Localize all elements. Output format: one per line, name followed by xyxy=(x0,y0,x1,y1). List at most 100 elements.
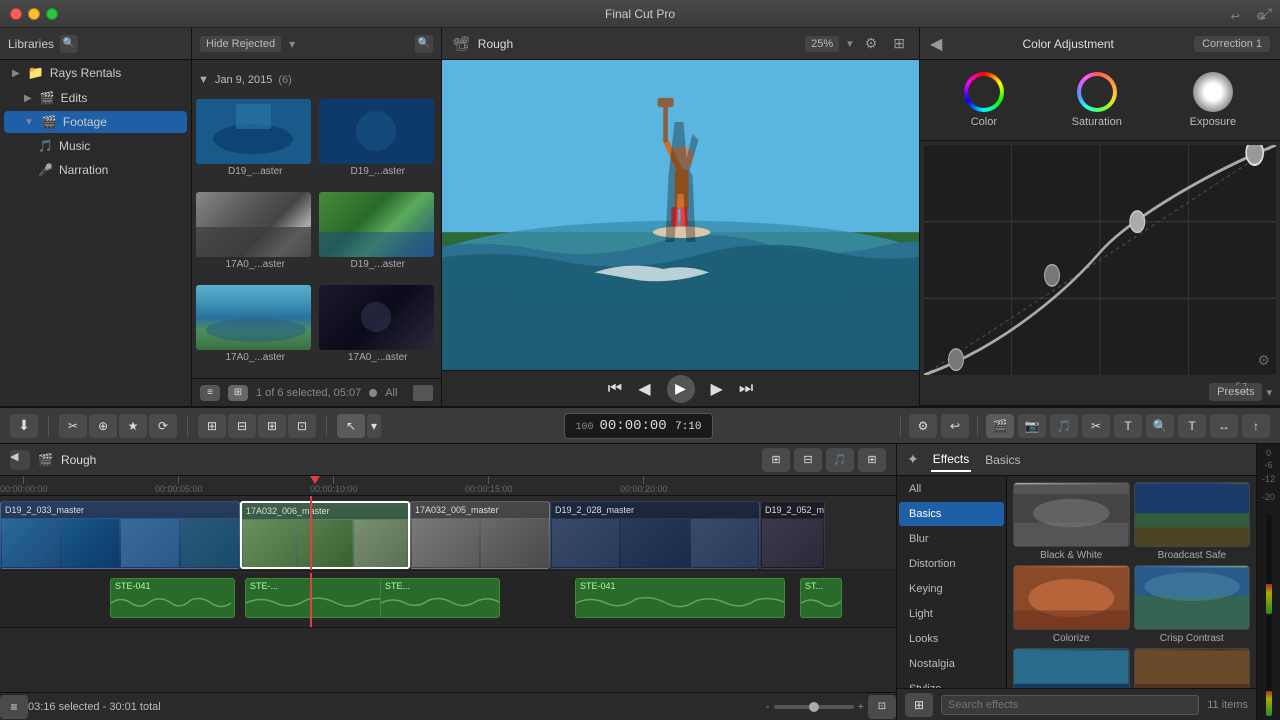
text-btn[interactable]: T xyxy=(1178,414,1206,438)
tab-exposure[interactable]: Exposure xyxy=(1182,68,1244,132)
effect-broadcast[interactable]: Broadcast Safe xyxy=(1134,482,1251,561)
effects-grid-btn[interactable]: ⊞ xyxy=(905,693,933,717)
audio-clip-2[interactable]: STE-... xyxy=(245,578,400,618)
playhead-marker xyxy=(310,476,320,484)
generators-btn[interactable]: 🔍 xyxy=(1146,414,1174,438)
tool-insert-btn[interactable]: ⊟ xyxy=(228,414,256,438)
tool-btn-4[interactable]: ⟳ xyxy=(149,414,177,438)
tool-btn-2[interactable]: ⊕ xyxy=(89,414,117,438)
browser-search-icon[interactable]: 🔍 xyxy=(415,35,433,53)
cat-keying[interactable]: Keying xyxy=(899,577,1004,601)
tool-overwrite-btn[interactable]: ⊡ xyxy=(288,414,316,438)
zoom-chevron-icon[interactable]: ▾ xyxy=(847,37,853,50)
timeline-zoom-slider[interactable] xyxy=(774,705,854,709)
tool-append-btn[interactable]: ⊞ xyxy=(258,414,286,438)
cat-blur[interactable]: Blur xyxy=(899,527,1004,551)
share-btn[interactable]: ↔ xyxy=(1210,414,1238,438)
grid-view-btn[interactable]: ⊞ xyxy=(228,385,248,401)
effects-tab-basics[interactable]: Basics xyxy=(983,449,1022,471)
export-btn[interactable]: ↑ xyxy=(1242,414,1270,438)
browser-item-6[interactable]: 17A0_...aster xyxy=(319,285,438,374)
viewer-expand-icon[interactable]: ⊞ xyxy=(889,33,909,54)
window-controls[interactable] xyxy=(10,8,58,20)
zoom-plus-icon[interactable]: + xyxy=(858,701,864,713)
timeline-toggle-btn[interactable]: ⊟ xyxy=(794,448,822,472)
timeline-zoom-btn[interactable]: ⊞ xyxy=(858,448,886,472)
browser-item-4[interactable]: D19_...aster xyxy=(319,192,438,281)
viewer-settings-icon[interactable]: ⚙ xyxy=(861,33,882,54)
play-reverse-btn[interactable]: ◀ xyxy=(638,379,650,399)
arrow-tool-chevron[interactable]: ▾ xyxy=(367,414,381,438)
gear-icon[interactable]: ⚙ xyxy=(1256,10,1266,23)
video-clip-2[interactable]: 17A032_006_master xyxy=(240,501,410,569)
effects-tab-effects[interactable]: Effects xyxy=(931,448,971,472)
video-clip-5[interactable]: D19_2_052_master xyxy=(760,501,825,569)
hide-rejected-filter[interactable]: Hide Rejected xyxy=(200,36,281,52)
browser-item-5[interactable]: 17A0_...aster xyxy=(196,285,315,374)
effect-partial2[interactable] xyxy=(1134,648,1251,688)
fullscreen-btn[interactable]: ⛶ xyxy=(1232,378,1250,399)
inspector-back-icon[interactable]: ◀ xyxy=(930,34,942,54)
effect-bw[interactable]: Black & White xyxy=(1013,482,1130,561)
browser-item-3[interactable]: 17A0_...aster xyxy=(196,192,315,281)
audio-clip-5[interactable]: ST... xyxy=(800,578,842,618)
timeline-settings-btn[interactable]: ⊞ xyxy=(762,448,790,472)
audio-clip-1[interactable]: STE-041 xyxy=(110,578,235,618)
import-button[interactable]: ⬇ xyxy=(10,414,38,438)
zoom-level[interactable]: 25% xyxy=(805,36,839,52)
undo-icon[interactable]: ↩ xyxy=(1231,10,1240,23)
cat-stylize[interactable]: Stylize xyxy=(899,677,1004,688)
tab-color[interactable]: Color xyxy=(956,68,1012,132)
titles-btn[interactable]: T xyxy=(1114,414,1142,438)
browser-item-2[interactable]: D19_...aster xyxy=(319,99,438,188)
timeline-back-btn[interactable]: ◀ xyxy=(10,450,30,470)
select-tool-btn[interactable]: ↖ xyxy=(337,414,365,438)
sidebar-item-footage[interactable]: ▼ 🎬 Footage xyxy=(4,111,187,133)
go-to-start-btn[interactable]: ⏮ xyxy=(608,380,622,398)
sidebar-item-edits[interactable]: ▶ 🎬 Edits xyxy=(4,87,187,109)
cat-basics[interactable]: Basics xyxy=(899,502,1004,526)
close-button[interactable] xyxy=(10,8,22,20)
transform-btn[interactable]: ↩ xyxy=(941,414,969,438)
cat-looks[interactable]: Looks xyxy=(899,627,1004,651)
play-forward-btn[interactable]: ▶ xyxy=(711,379,723,399)
effect-partial1[interactable] xyxy=(1013,648,1130,688)
sidebar-item-rays-rentals[interactable]: ▶ 📁 Rays Rentals xyxy=(4,61,187,85)
timeline-view-btn[interactable]: 🎬 xyxy=(986,414,1014,438)
curves-settings-icon[interactable]: ⚙ xyxy=(1257,352,1270,369)
tool-btn-3[interactable]: ★ xyxy=(119,414,147,438)
effect-colorize[interactable]: Colorize xyxy=(1013,565,1130,644)
effects-search-input[interactable] xyxy=(941,695,1199,715)
maximize-button[interactable] xyxy=(46,8,58,20)
tab-saturation[interactable]: Saturation xyxy=(1064,68,1130,132)
effect-crisp[interactable]: Crisp Contrast xyxy=(1134,565,1251,644)
cat-all[interactable]: All xyxy=(899,477,1004,501)
zoom-minus-icon[interactable]: - xyxy=(766,701,770,713)
timeline-audio-btn[interactable]: 🎵 xyxy=(826,448,854,472)
clip-appearance-btn[interactable]: ⚙ xyxy=(909,414,937,438)
sidebar-search-icon[interactable]: 🔍 xyxy=(60,35,78,53)
video-clip-1[interactable]: D19_2_033_master xyxy=(0,501,240,569)
cat-light[interactable]: Light xyxy=(899,602,1004,626)
list-view-btn[interactable]: ≡ xyxy=(200,385,220,401)
tool-connect-btn[interactable]: ⊞ xyxy=(198,414,226,438)
audio-clip-3[interactable]: STE... xyxy=(380,578,500,618)
fit-timeline-btn[interactable]: ⊡ xyxy=(868,695,896,719)
cat-nostalgia[interactable]: Nostalgia xyxy=(899,652,1004,676)
effects-btn[interactable]: ✂ xyxy=(1082,414,1110,438)
audio-clip-4[interactable]: STE-041 xyxy=(575,578,785,618)
browser-item-1[interactable]: D19_...aster xyxy=(196,99,315,188)
audio-meter-btn[interactable]: 🎵 xyxy=(1050,414,1078,438)
minimize-button[interactable] xyxy=(28,8,40,20)
timeline-list-btn[interactable]: ≡ xyxy=(0,695,28,719)
tool-btn-1[interactable]: ✂ xyxy=(59,414,87,438)
video-clip-3[interactable]: 17A032_005_master xyxy=(410,501,550,569)
sidebar-item-music[interactable]: 🎵 Music xyxy=(4,135,187,157)
video-clip-4[interactable]: D19_2_028_master xyxy=(550,501,760,569)
play-button[interactable]: ▶ xyxy=(667,375,695,403)
view-toggle-btn[interactable] xyxy=(413,385,433,401)
sidebar-item-narration[interactable]: 🎤 Narration xyxy=(4,159,187,181)
go-to-end-btn[interactable]: ⏭ xyxy=(739,380,753,398)
cat-distortion[interactable]: Distortion xyxy=(899,552,1004,576)
video-scope-btn[interactable]: 📷 xyxy=(1018,414,1046,438)
